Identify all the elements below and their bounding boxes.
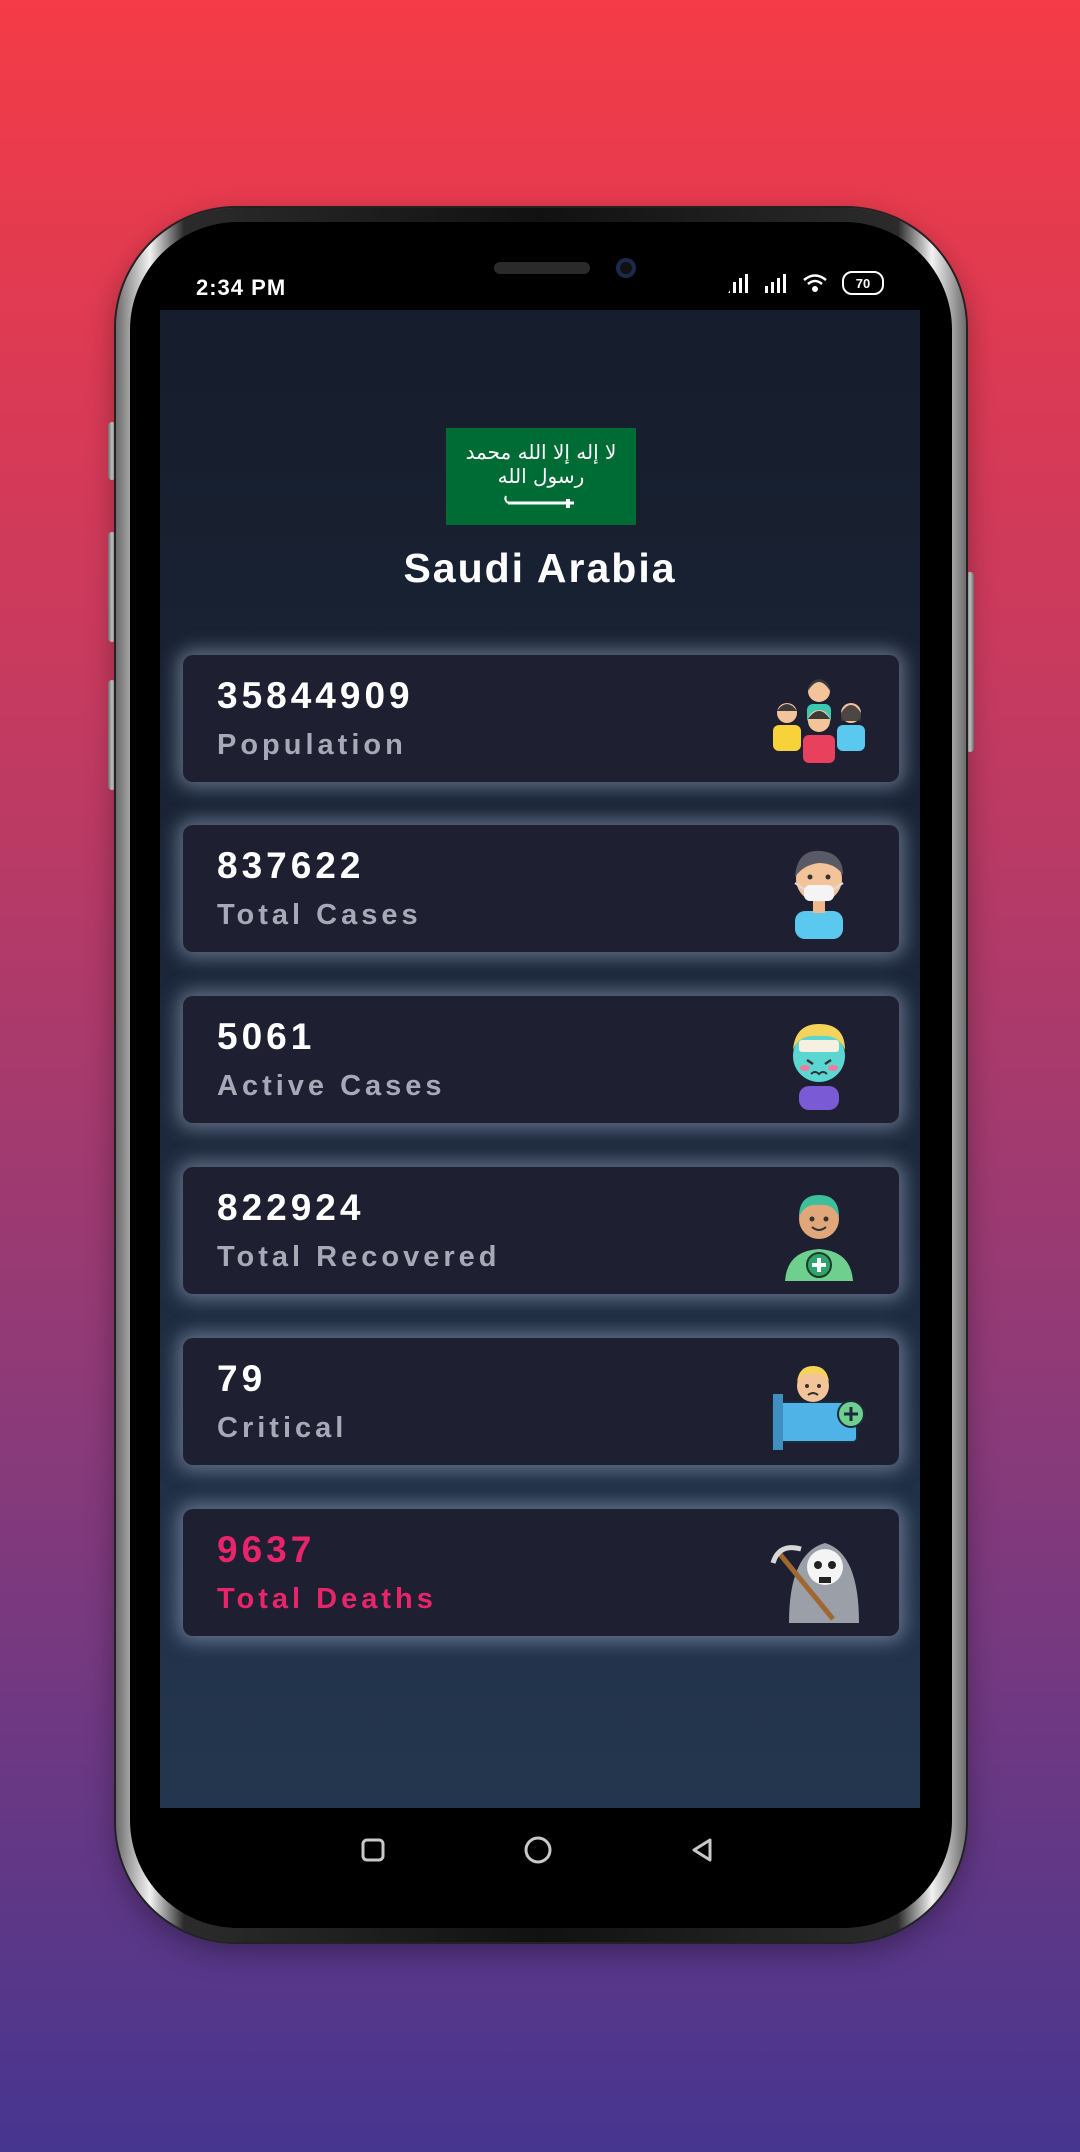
stat-card-total-recovered: 822924 Total Recovered xyxy=(183,1167,899,1294)
square-icon xyxy=(361,1838,385,1862)
stat-card-active-cases: 5061 Active Cases xyxy=(183,996,899,1123)
people-group-icon xyxy=(773,679,865,763)
total-recovered-value: 822924 xyxy=(217,1187,365,1228)
signal-icon xyxy=(765,274,786,293)
volume-down-button xyxy=(108,680,116,790)
active-cases-label: Active Cases xyxy=(217,1070,446,1102)
population-label: Population xyxy=(217,729,407,761)
sick-person-icon xyxy=(793,1024,845,1110)
app-screen: لا إله إلا الله محمد رسول الله Saudi Ara… xyxy=(160,310,920,1808)
navigation-bar xyxy=(160,1808,920,1890)
circle-icon xyxy=(524,1836,552,1864)
back-triangle-icon xyxy=(692,1838,712,1862)
wifi-icon xyxy=(803,274,827,292)
total-cases-value: 837622 xyxy=(217,845,365,886)
notch xyxy=(348,240,734,308)
critical-value: 79 xyxy=(217,1358,267,1399)
recovered-person-icon xyxy=(785,1195,853,1281)
home-button[interactable] xyxy=(518,1830,558,1870)
stat-card-total-cases: 837622 Total Cases xyxy=(183,825,899,952)
saudi-flag-icon: لا إله إلا الله محمد رسول الله xyxy=(446,428,636,525)
grim-reaper-icon xyxy=(770,1543,859,1623)
status-time: 2:34 PM xyxy=(196,275,287,300)
stat-card-critical: 79 Critical xyxy=(183,1338,899,1465)
battery-icon: 70 xyxy=(842,271,884,295)
total-recovered-label: Total Recovered xyxy=(217,1241,501,1273)
total-cases-label: Total Cases xyxy=(217,899,422,931)
total-deaths-label: Total Deaths xyxy=(217,1583,437,1615)
battery-level: 70 xyxy=(855,275,871,291)
critical-label: Critical xyxy=(217,1412,348,1444)
patient-bed-icon xyxy=(772,1366,865,1450)
country-name: Saudi Arabia xyxy=(403,545,677,591)
stat-card-population: 35844909 Population xyxy=(183,655,899,782)
mute-switch xyxy=(108,422,116,480)
volume-up-button xyxy=(108,532,116,642)
recents-button[interactable] xyxy=(353,1830,393,1870)
front-camera xyxy=(616,258,636,278)
status-icons: 70 xyxy=(726,271,884,295)
flag-sword xyxy=(504,495,574,508)
total-deaths-value: 9637 xyxy=(217,1529,316,1570)
stat-card-total-deaths: 9637 Total Deaths xyxy=(183,1509,899,1636)
masked-person-icon xyxy=(794,850,844,939)
population-value: 35844909 xyxy=(217,675,414,716)
active-cases-value: 5061 xyxy=(217,1016,316,1057)
power-button xyxy=(966,572,974,752)
earpiece-speaker xyxy=(494,262,590,274)
back-button[interactable] xyxy=(682,1830,722,1870)
